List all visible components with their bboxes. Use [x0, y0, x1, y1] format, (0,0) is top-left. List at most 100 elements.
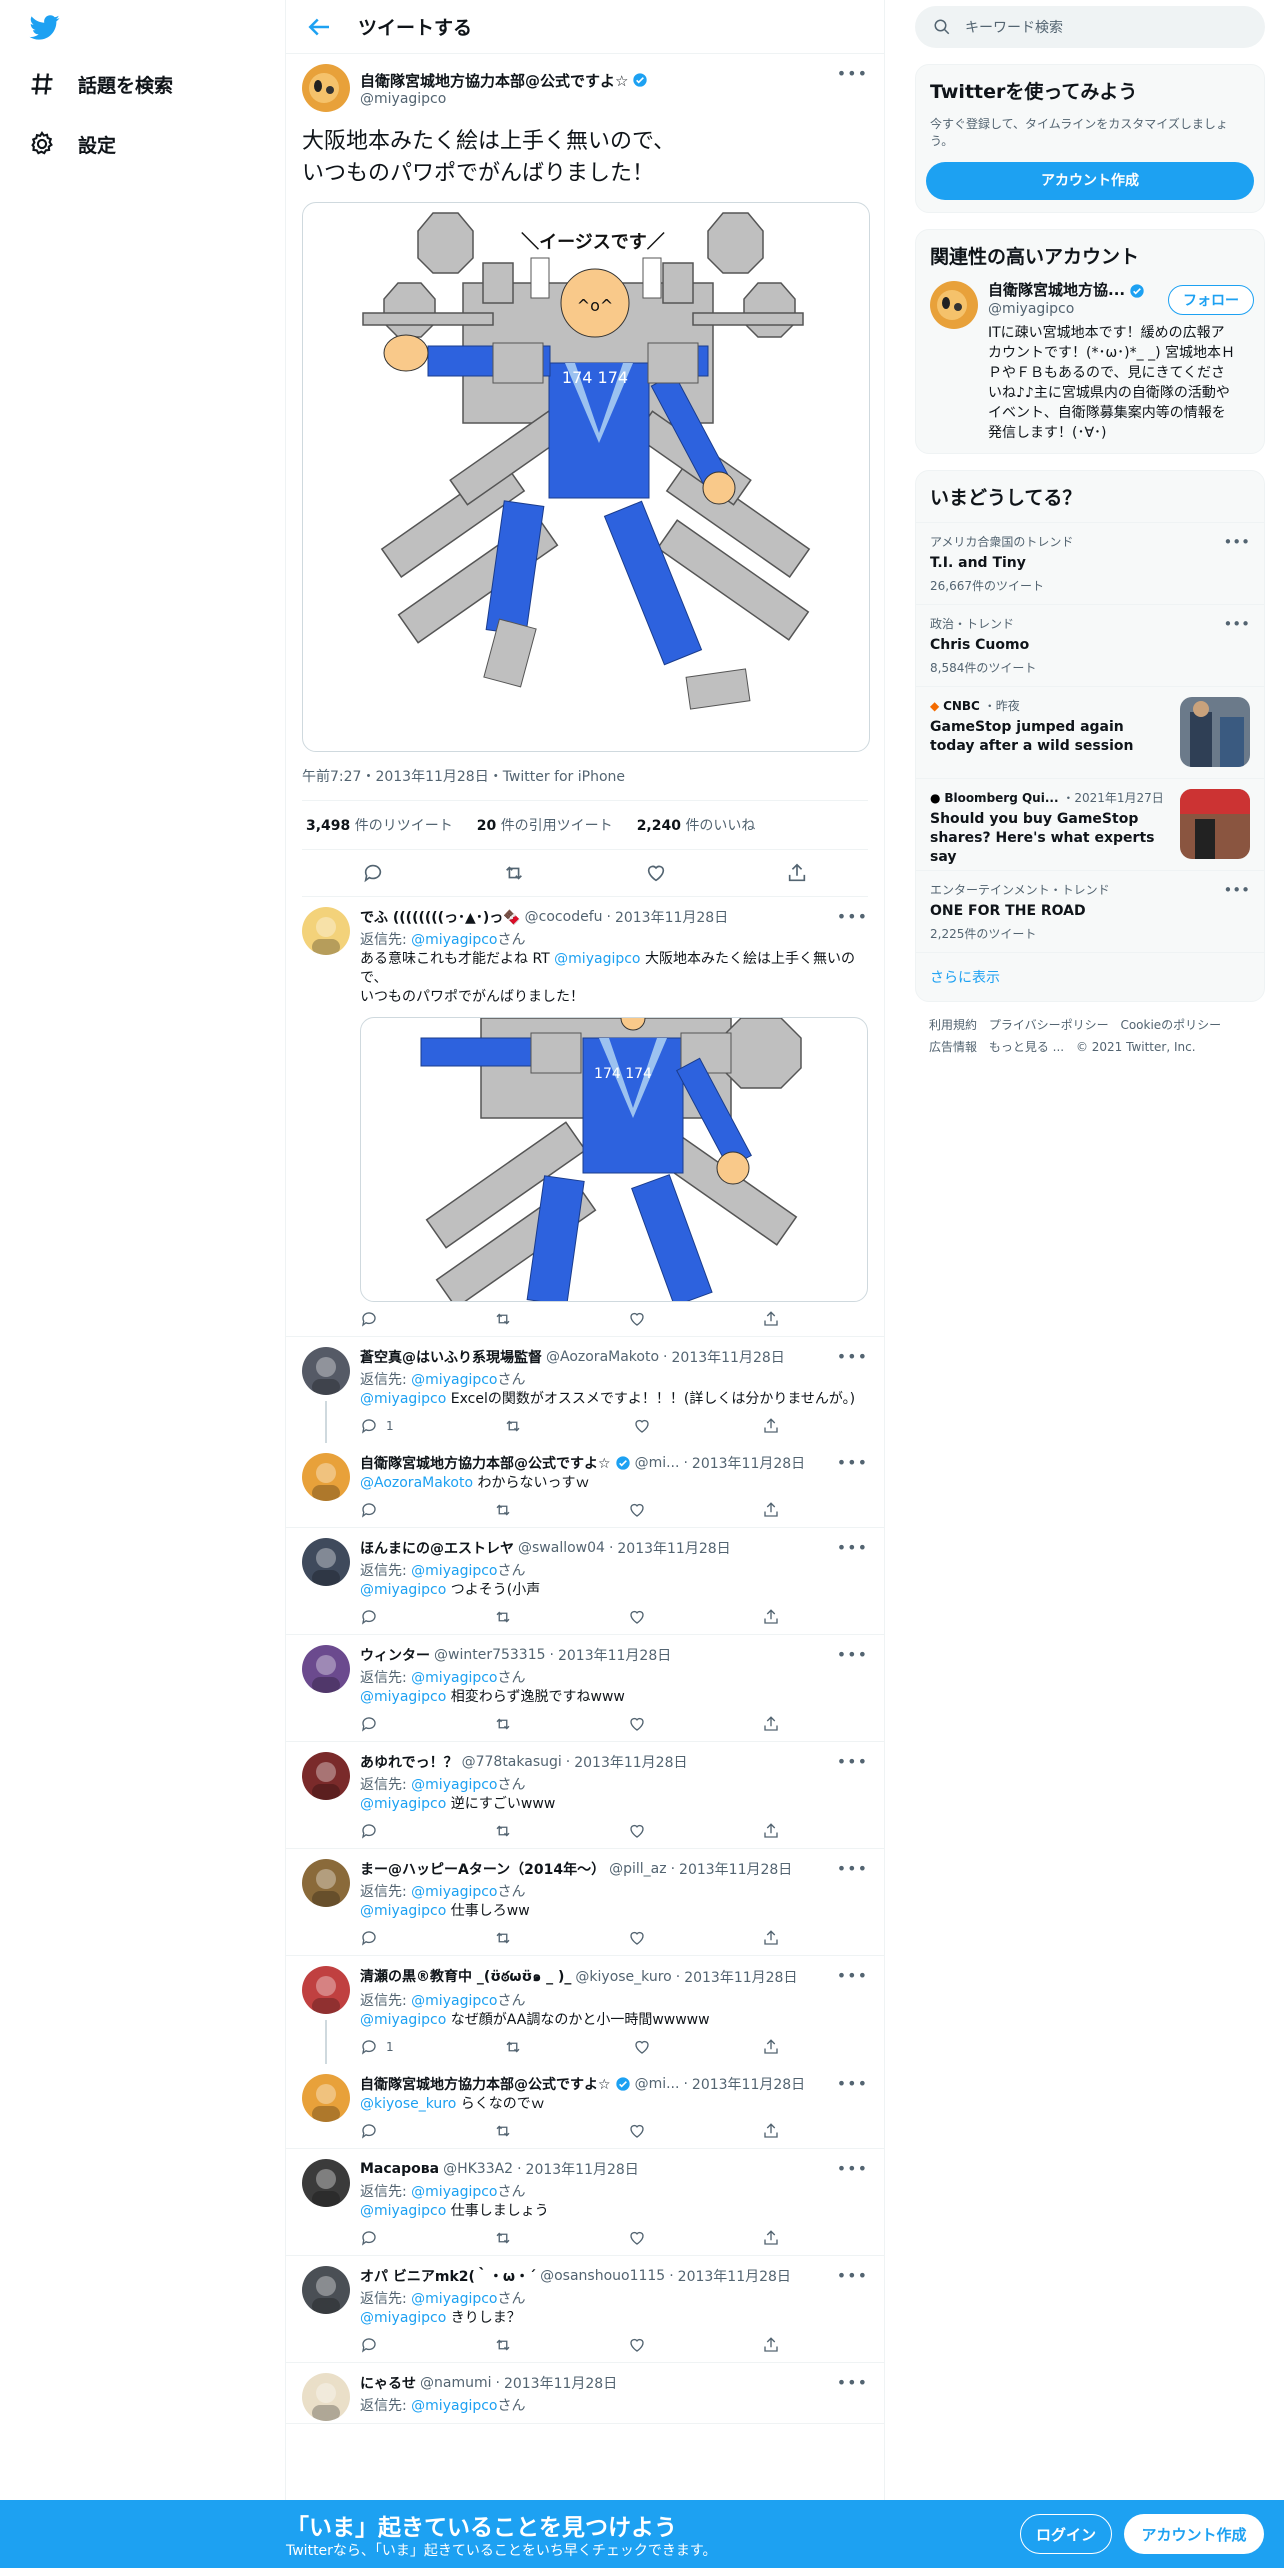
- signup-button[interactable]: アカウント作成: [926, 162, 1254, 200]
- share-button[interactable]: [762, 1501, 780, 1519]
- like-button[interactable]: [628, 2229, 646, 2247]
- share-button[interactable]: [762, 1417, 780, 1435]
- avatar[interactable]: [302, 1859, 350, 1907]
- like-button[interactable]: [633, 2038, 651, 2056]
- more-options-icon[interactable]: •••: [837, 1966, 868, 1985]
- reply-author-handle[interactable]: @swallow04: [518, 1540, 605, 1556]
- reply-tweet[interactable]: Масарова @HK33A2 · 2013年11月28日 ••• 返信先: @miya…: [286, 2149, 884, 2256]
- retweet-button[interactable]: [494, 1929, 512, 1947]
- more-options-icon[interactable]: •••: [1223, 881, 1250, 899]
- more-options-icon[interactable]: •••: [1223, 533, 1250, 551]
- show-more-link[interactable]: さらに表示: [916, 952, 1264, 1001]
- like-button[interactable]: [628, 2122, 646, 2140]
- like-button[interactable]: [628, 1929, 646, 1947]
- reply-to-link[interactable]: @miyagipco: [411, 1884, 497, 1900]
- like-stat[interactable]: 2,240 件のいいね: [637, 815, 756, 835]
- login-button[interactable]: ログイン: [1020, 2514, 1112, 2554]
- share-button[interactable]: [762, 1822, 780, 1840]
- more-options-icon[interactable]: •••: [837, 2074, 868, 2093]
- more-options-icon[interactable]: •••: [837, 2159, 868, 2178]
- reply-image[interactable]: 174 174: [360, 1017, 868, 1302]
- search-box[interactable]: キーワード検索: [915, 6, 1265, 48]
- more-options-icon[interactable]: •••: [837, 1347, 868, 1366]
- avatar[interactable]: [302, 1347, 350, 1395]
- reply-button[interactable]: [360, 1310, 378, 1328]
- reply-date[interactable]: 2013年11月28日: [526, 2159, 639, 2179]
- reply-to-link[interactable]: @miyagipco: [411, 1563, 497, 1579]
- retweet-button[interactable]: [494, 1608, 512, 1626]
- reply-author-handle[interactable]: @AozoraMakoto: [546, 1349, 659, 1365]
- reply-author-name[interactable]: 蒼空真@はいふり系現場監督: [360, 1347, 542, 1367]
- retweet-button[interactable]: [494, 2122, 512, 2140]
- signup-button[interactable]: アカウント作成: [1124, 2514, 1264, 2554]
- reply-button[interactable]: [360, 2122, 378, 2140]
- like-button[interactable]: [628, 1501, 646, 1519]
- avatar[interactable]: [302, 1752, 350, 1800]
- quote-stat[interactable]: 20 件の引用ツイート: [477, 815, 613, 835]
- share-button[interactable]: [762, 2229, 780, 2247]
- reply-button[interactable]: 1: [360, 2038, 394, 2056]
- author-name[interactable]: 自衛隊宮城地方協力本部@公式ですよ☆: [360, 70, 628, 91]
- reply-author-name[interactable]: あゆれでっ！？: [360, 1752, 458, 1772]
- mention-link[interactable]: @kiyose_kuro: [360, 2096, 456, 2112]
- nav-explore[interactable]: 話題を検索: [28, 70, 173, 98]
- reply-tweet[interactable]: オパ ビニアmk2(｀・ω・´ @osanshouo1115 · 2013年11月28…: [286, 2256, 884, 2363]
- reply-author-handle[interactable]: @pill_az: [609, 1861, 666, 1877]
- reply-author-name[interactable]: にゃるせ: [360, 2373, 416, 2393]
- reply-tweet[interactable]: 自衛隊宮城地方協力本部@公式ですよ☆ @mi... · 2013年11月28日 ••• @…: [286, 2064, 884, 2149]
- related-name[interactable]: 自衛隊宮城地方協...: [988, 281, 1125, 300]
- news-item[interactable]: ● Bloomberg Qui... ・2021年1月27日 Should yo…: [916, 778, 1264, 870]
- tweet-image[interactable]: ＼イージスです／ ^o^ 174 174: [302, 202, 870, 752]
- reply-date[interactable]: 2013年11月28日: [692, 2074, 805, 2094]
- avatar[interactable]: [302, 2266, 350, 2314]
- reply-author-name[interactable]: ウィンター: [360, 1645, 430, 1665]
- more-options-icon[interactable]: •••: [837, 1859, 868, 1878]
- reply-date[interactable]: 2013年11月28日: [684, 1967, 797, 1987]
- share-icon[interactable]: [786, 862, 808, 884]
- share-button[interactable]: [762, 1310, 780, 1328]
- reply-date[interactable]: 2013年11月28日: [558, 1645, 671, 1665]
- footer-link[interactable]: 広告情報: [929, 1040, 977, 1054]
- reply-date[interactable]: 2013年11月28日: [692, 1453, 805, 1473]
- reply-author-name[interactable]: 清瀬の黒®教育中 _(ʊ̈ఠωʊ̈๑ _ )_: [360, 1966, 571, 1988]
- mention-link[interactable]: @miyagipco: [360, 2203, 446, 2219]
- reply-author-handle[interactable]: @HK33A2: [443, 2161, 513, 2177]
- retweet-button[interactable]: [494, 2229, 512, 2247]
- reply-author-name[interactable]: オパ ビニアmk2(｀・ω・´: [360, 2266, 536, 2286]
- avatar[interactable]: [302, 1966, 350, 2014]
- more-options-icon[interactable]: •••: [837, 2373, 868, 2392]
- reply-button[interactable]: [360, 1929, 378, 1947]
- trend-item[interactable]: エンターテインメント・トレンド ONE FOR THE ROAD 2,225件の…: [916, 870, 1264, 952]
- trend-item[interactable]: 政治・トレンド Chris Cuomo 8,584件のツイート •••: [916, 604, 1264, 686]
- reply-author-handle[interactable]: @winter753315: [434, 1647, 546, 1663]
- footer-link[interactable]: もっと見る ...: [989, 1040, 1064, 1054]
- more-options-icon[interactable]: •••: [837, 64, 868, 83]
- reply-tweet[interactable]: あゆれでっ！？ @778takasugi · 2013年11月28日 ••• 返信先: @…: [286, 1742, 884, 1849]
- avatar[interactable]: [302, 907, 350, 955]
- reply-to-link[interactable]: @miyagipco: [411, 1993, 497, 2009]
- reply-to-link[interactable]: @miyagipco: [411, 2184, 497, 2200]
- mention-link[interactable]: @miyagipco: [360, 1903, 446, 1919]
- footer-link[interactable]: プライバシーポリシー: [989, 1018, 1109, 1032]
- reply-tweet[interactable]: 清瀬の黒®教育中 _(ʊ̈ఠωʊ̈๑ _ )_ @kiyose_kuro · 2013…: [286, 1956, 884, 2064]
- like-button[interactable]: [628, 1715, 646, 1733]
- reply-tweet[interactable]: ウィンター @winter753315 · 2013年11月28日 ••• 返信先: @m…: [286, 1635, 884, 1742]
- avatar[interactable]: [302, 2373, 350, 2421]
- reply-to-link[interactable]: @miyagipco: [411, 1372, 497, 1388]
- mention-link[interactable]: @miyagipco: [360, 2012, 446, 2028]
- reply-date[interactable]: 2013年11月28日: [679, 1859, 792, 1879]
- like-icon[interactable]: [645, 862, 667, 884]
- reply-to-link[interactable]: @miyagipco: [411, 1670, 497, 1686]
- follow-button[interactable]: フォロー: [1168, 285, 1254, 315]
- share-button[interactable]: [762, 1929, 780, 1947]
- more-options-icon[interactable]: •••: [837, 1538, 868, 1557]
- reply-author-name[interactable]: Масарова: [360, 2161, 439, 2177]
- retweet-button[interactable]: [504, 1417, 522, 1435]
- reply-tweet[interactable]: にゃるせ @namumi · 2013年11月28日 ••• 返信先: @miyagipc…: [286, 2363, 884, 2424]
- reply-author-handle[interactable]: @cocodefu: [525, 909, 603, 925]
- more-options-icon[interactable]: •••: [837, 1645, 868, 1664]
- share-button[interactable]: [762, 2038, 780, 2056]
- retweet-button[interactable]: [504, 2038, 522, 2056]
- reply-button[interactable]: [360, 2229, 378, 2247]
- avatar[interactable]: [302, 1453, 350, 1501]
